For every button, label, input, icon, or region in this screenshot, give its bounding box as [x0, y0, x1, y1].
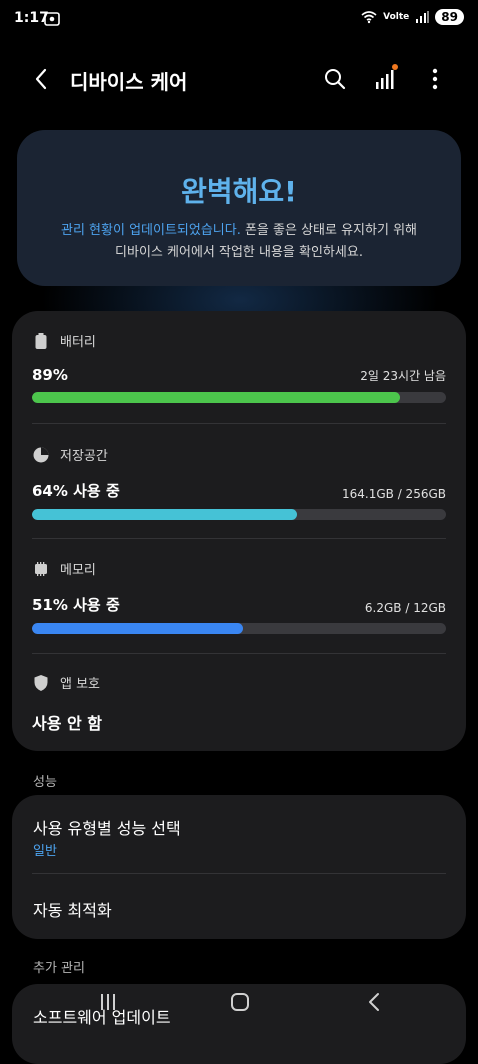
storage-bar-fill	[32, 509, 297, 520]
signal-icon	[416, 11, 430, 23]
volte-indicator: Volte	[383, 12, 410, 22]
storage-capacity: 164.1GB / 256GB	[342, 487, 446, 501]
back-button[interactable]	[26, 64, 56, 94]
wifi-icon	[361, 11, 377, 24]
navigation-bar	[0, 980, 478, 1024]
battery-level: 89	[435, 9, 464, 25]
search-button[interactable]	[320, 64, 350, 94]
summary-description: 관리 현황이 업데이트되었습니다. 폰을 좋은 상태로 유지하기 위해 디바이스…	[17, 220, 461, 264]
performance-mode-value: 일반	[33, 844, 57, 859]
divider	[32, 653, 446, 654]
battery-section[interactable]: 배터리 89% 2일 23시간 남음	[32, 331, 446, 403]
battery-label: 배터리	[60, 335, 96, 350]
recent-apps-icon	[101, 994, 115, 1010]
app-protection-label: 앱 보호	[60, 677, 101, 692]
divider	[32, 423, 446, 424]
memory-bar	[32, 623, 446, 634]
battery-value: 89%	[32, 366, 68, 384]
battery-remaining: 2일 23시간 남음	[360, 369, 446, 383]
search-icon	[325, 69, 346, 90]
summary-text-1: 폰을 좋은 상태로 유지하기 위해	[240, 223, 417, 238]
more-vertical-icon	[432, 68, 438, 90]
recent-apps-button[interactable]	[88, 986, 128, 1018]
summary-card: 완벽해요! 관리 현황이 업데이트되었습니다. 폰을 좋은 상태로 유지하기 위…	[17, 130, 461, 286]
shield-icon	[32, 674, 50, 692]
storage-bar	[32, 509, 446, 520]
back-arrow-icon	[35, 68, 47, 90]
battery-bar	[32, 392, 446, 403]
auto-optimization-title: 자동 최적화	[33, 901, 112, 920]
memory-bar-fill	[32, 623, 244, 634]
bar-graph-icon	[376, 70, 394, 89]
divider	[32, 873, 446, 874]
screen-record-icon	[44, 12, 60, 26]
extra-group-label: 추가 관리	[33, 961, 85, 976]
storage-value: 64% 사용 중	[32, 482, 120, 500]
memory-value: 51% 사용 중	[32, 596, 120, 614]
more-options-button[interactable]	[420, 64, 450, 94]
memory-label: 메모리	[60, 563, 96, 578]
app-protection-value: 사용 안 함	[32, 714, 103, 733]
battery-icon	[32, 332, 50, 350]
memory-chip-icon	[32, 560, 50, 578]
app-protection-section[interactable]: 앱 보호 사용 안 함	[32, 673, 446, 734]
storage-pie-icon	[32, 446, 50, 464]
storage-section[interactable]: 저장공간 64% 사용 중 164.1GB / 256GB	[32, 445, 446, 520]
performance-mode-title: 사용 유형별 성능 선택	[33, 819, 181, 838]
diagnostics-button[interactable]	[370, 64, 400, 94]
status-bar: 1:17 Volte 89	[0, 0, 478, 40]
app-header: 디바이스 케어	[0, 50, 478, 110]
home-icon	[231, 993, 249, 1011]
page-title: 디바이스 케어	[70, 70, 188, 94]
summary-highlight: 관리 현황이 업데이트되었습니다.	[61, 223, 241, 238]
divider	[32, 538, 446, 539]
back-nav-button[interactable]	[354, 986, 394, 1018]
home-button[interactable]	[220, 986, 260, 1018]
storage-label: 저장공간	[60, 449, 108, 464]
performance-card: 사용 유형별 성능 선택 일반 자동 최적화	[12, 795, 466, 939]
notification-dot	[392, 64, 398, 70]
performance-group-label: 성능	[33, 775, 57, 790]
memory-capacity: 6.2GB / 12GB	[364, 601, 446, 615]
device-status-card: 배터리 89% 2일 23시간 남음 저장공간 64% 사용 중 164.1GB…	[12, 311, 466, 751]
memory-section[interactable]: 메모리 51% 사용 중 6.2GB / 12GB	[32, 559, 446, 634]
summary-title: 완벽해요!	[181, 175, 297, 208]
battery-bar-fill	[32, 392, 401, 403]
back-nav-icon	[369, 993, 379, 1011]
summary-text-2: 디바이스 케어에서 작업한 내용을 확인하세요.	[115, 245, 363, 260]
